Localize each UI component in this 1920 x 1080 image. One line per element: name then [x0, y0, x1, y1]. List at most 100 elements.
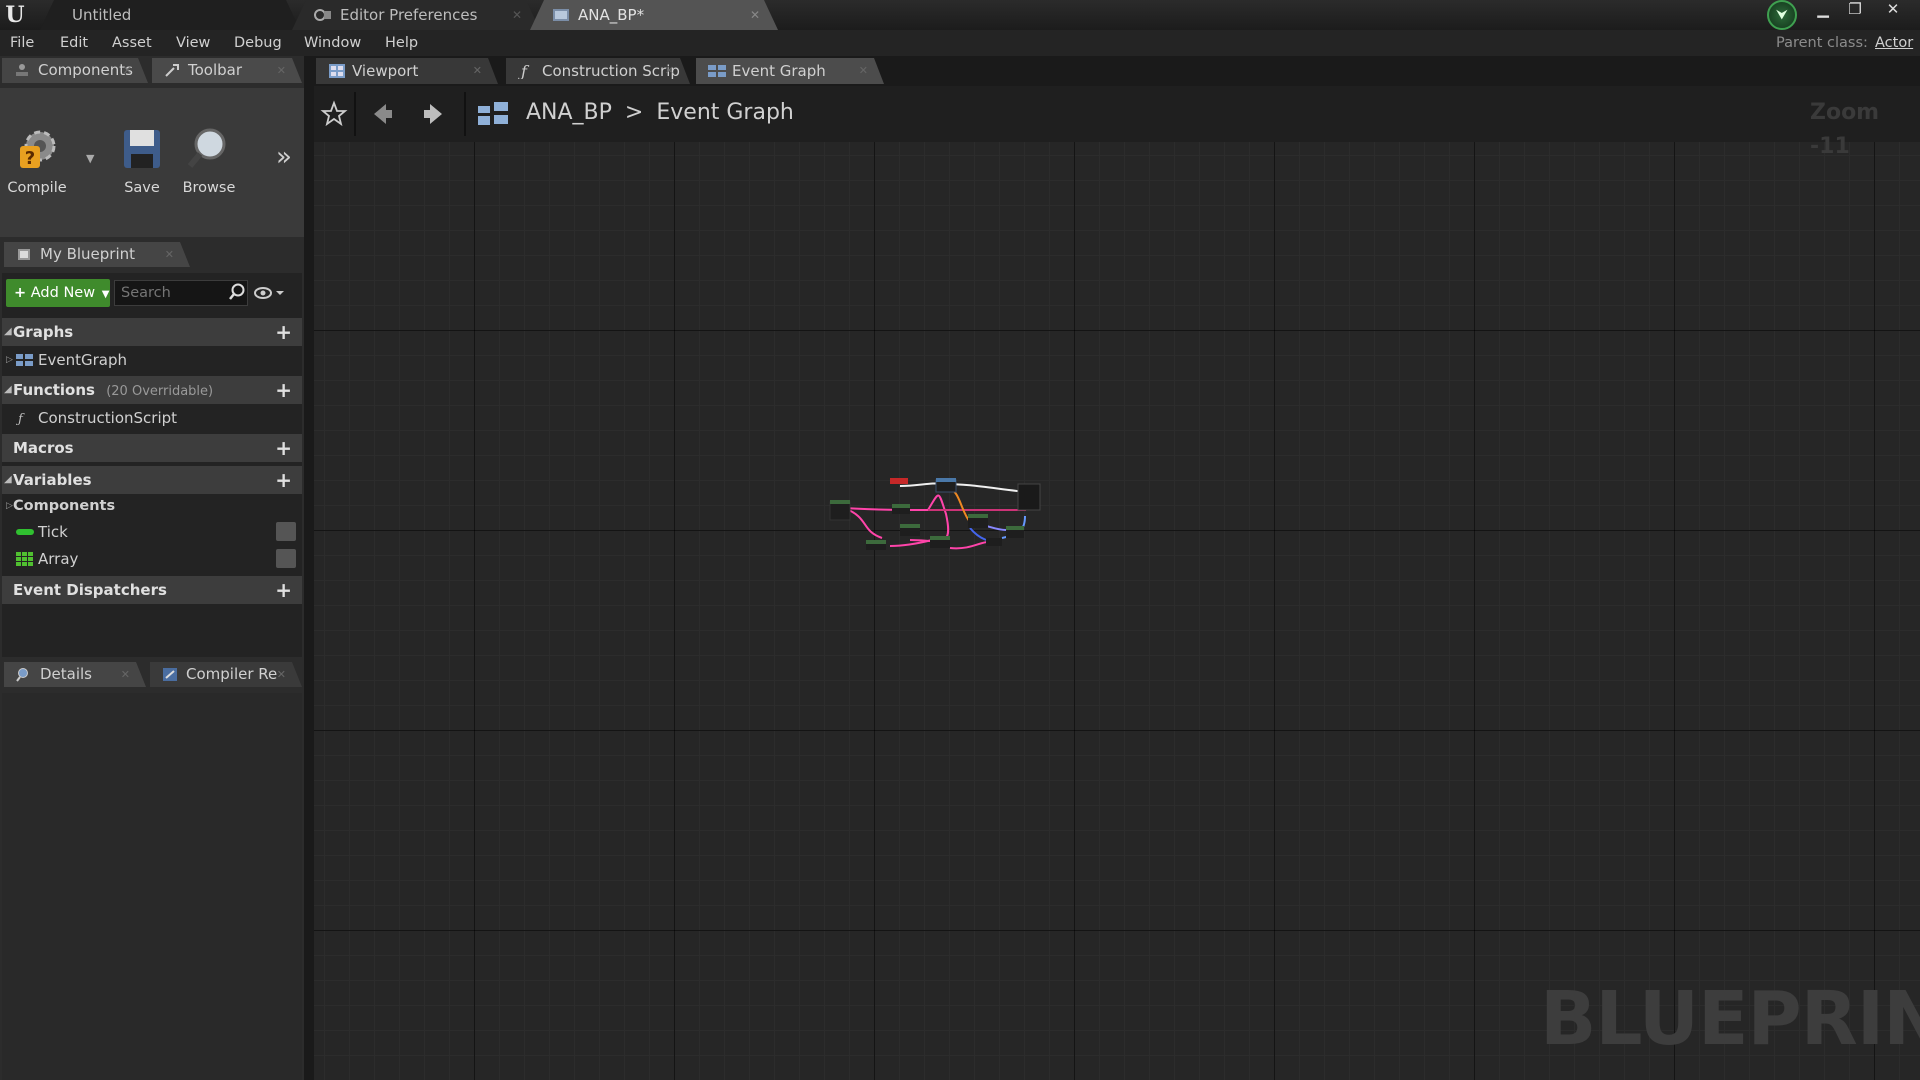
tab-my-blueprint[interactable]: My Blueprint ✕ [4, 242, 190, 267]
category-event-dispatchers[interactable]: Event Dispatchers + [2, 576, 302, 604]
visibility-eye-icon[interactable] [276, 549, 296, 568]
category-variables[interactable]: ◢ Variables + [2, 466, 302, 494]
close-icon[interactable]: ✕ [277, 662, 286, 687]
category-graphs[interactable]: ◢ Graphs + [2, 318, 302, 346]
minimize-icon[interactable]: ▁ [1808, 0, 1838, 18]
browse-button[interactable]: Browse [174, 126, 244, 196]
svg-text:?: ? [25, 148, 35, 169]
details-body [2, 693, 302, 1080]
plus-icon: + [14, 285, 27, 301]
blueprint-node-cluster[interactable] [820, 470, 1050, 560]
doc-tab-label: Untitled [72, 6, 132, 24]
tab-label: Viewport [352, 62, 419, 80]
tab-event-graph[interactable]: Event Graph ✕ [696, 58, 884, 84]
separator [354, 92, 356, 136]
close-icon[interactable]: ✕ [123, 58, 132, 83]
doc-tab-untitled[interactable]: Untitled [40, 0, 300, 30]
item-label: Components [13, 498, 116, 514]
compile-icon: ? [20, 130, 56, 169]
category-label: Macros [13, 439, 74, 457]
wrench-icon [164, 63, 180, 78]
book-icon [16, 247, 32, 262]
compile-options-dropdown-icon[interactable]: ▼ [86, 152, 94, 165]
list-item-variable-array[interactable]: Array [2, 546, 302, 572]
menu-file[interactable]: File [10, 30, 34, 56]
category-functions[interactable]: ◢ Functions (20 Overridable) + [2, 376, 302, 404]
zoom-level: Zoom -11 [1810, 100, 1880, 159]
add-new-button[interactable]: + Add New ▼ [6, 279, 110, 307]
close-icon[interactable]: ✕ [277, 58, 286, 83]
graph-canvas[interactable] [314, 142, 1920, 1080]
visibility-eye-icon[interactable] [276, 522, 296, 541]
category-macros[interactable]: Macros + [2, 434, 302, 462]
tab-label: Toolbar [188, 61, 243, 79]
menu-window[interactable]: Window [304, 30, 361, 56]
add-variable-plus-icon[interactable]: + [275, 466, 292, 494]
add-function-plus-icon[interactable]: + [275, 376, 292, 404]
save-button[interactable]: Save [107, 126, 177, 196]
item-label: ConstructionScript [38, 409, 178, 427]
menu-asset[interactable]: Asset [112, 30, 152, 56]
blueprint-watermark: BLUEPRINT [1540, 976, 1920, 1062]
event-graph-breadcrumb-icon [478, 102, 508, 125]
add-graph-plus-icon[interactable]: + [275, 318, 292, 346]
add-macro-plus-icon[interactable]: + [275, 434, 292, 462]
menu-edit[interactable]: Edit [60, 30, 88, 56]
search-icon[interactable] [228, 283, 246, 301]
browse-magnifier-icon [187, 128, 226, 168]
unreal-logo-icon[interactable]: U [0, 0, 30, 30]
array-grid-icon [16, 552, 33, 566]
tab-label: Details [40, 665, 93, 683]
doc-tab-editor-preferences[interactable]: Editor Preferences ✕ [292, 0, 540, 30]
menu-debug[interactable]: Debug [234, 30, 282, 56]
tab-compiler-results[interactable]: Compiler Re ✕ [150, 662, 302, 687]
expand-triangle-icon: ◢ [4, 326, 12, 337]
save-icon [124, 130, 160, 168]
close-icon[interactable]: ✕ [665, 58, 674, 84]
item-label: Array [38, 550, 79, 568]
graph-nodes [829, 478, 1041, 550]
menu-view[interactable]: View [176, 30, 210, 56]
compile-button[interactable]: ? Compile [2, 126, 72, 196]
tab-construction-script[interactable]: ƒ Construction Scrip ✕ [506, 58, 690, 84]
close-icon[interactable]: ✕ [121, 662, 130, 687]
category-label: Functions [13, 381, 95, 399]
list-item-eventgraph[interactable]: ▷ EventGraph [2, 347, 302, 373]
close-icon[interactable]: ✕ [512, 8, 522, 22]
close-window-icon[interactable]: ✕ [1878, 0, 1908, 18]
list-item-variable-tick[interactable]: Tick [2, 519, 302, 545]
close-icon[interactable]: ✕ [473, 58, 482, 84]
collapsed-triangle-icon: ▷ [6, 355, 13, 365]
maximize-icon[interactable]: ❐ [1840, 0, 1870, 18]
toolbar-overflow-chevron-icon[interactable]: » [276, 142, 292, 172]
category-label: Event Dispatchers [13, 581, 167, 599]
list-item-constructionscript[interactable]: ƒ ConstructionScript [2, 405, 302, 431]
tab-toolbar[interactable]: Toolbar ✕ [152, 58, 302, 83]
breadcrumb: ANA_BP > Event Graph [526, 96, 794, 130]
list-item-components[interactable]: ▷ Components [2, 493, 302, 519]
close-icon[interactable]: ✕ [859, 58, 868, 84]
tab-details[interactable]: Details ✕ [4, 662, 146, 687]
view-options-eye-icon[interactable] [254, 286, 284, 300]
svg-text:ƒ: ƒ [16, 412, 25, 425]
tab-viewport[interactable]: Viewport ✕ [316, 58, 498, 84]
menu-help[interactable]: Help [385, 30, 418, 56]
star-bookmark-icon[interactable] [320, 100, 348, 128]
preferences-icon [314, 8, 332, 22]
tab-components[interactable]: Components ✕ [2, 58, 148, 83]
overridable-count: (20 Overridable) [106, 384, 214, 399]
breadcrumb-graph[interactable]: Event Graph [656, 100, 794, 125]
compile-label: Compile [7, 180, 67, 196]
add-dispatcher-plus-icon[interactable]: + [275, 576, 292, 604]
close-icon[interactable]: ✕ [165, 242, 174, 267]
parent-class-link[interactable]: Actor [1875, 30, 1913, 56]
forward-arrow-icon[interactable] [420, 100, 448, 128]
back-arrow-icon[interactable] [368, 100, 396, 128]
breadcrumb-asset[interactable]: ANA_BP [526, 100, 612, 125]
tab-label: Construction Scrip [542, 62, 680, 80]
bool-pill-icon [16, 529, 34, 535]
doc-tab-ana-bp[interactable]: ANA_BP* ✕ [530, 0, 778, 30]
source-control-icon[interactable]: ⮟ [1764, 0, 1800, 30]
tab-label: Compiler Re [186, 665, 278, 683]
close-icon[interactable]: ✕ [750, 8, 760, 22]
